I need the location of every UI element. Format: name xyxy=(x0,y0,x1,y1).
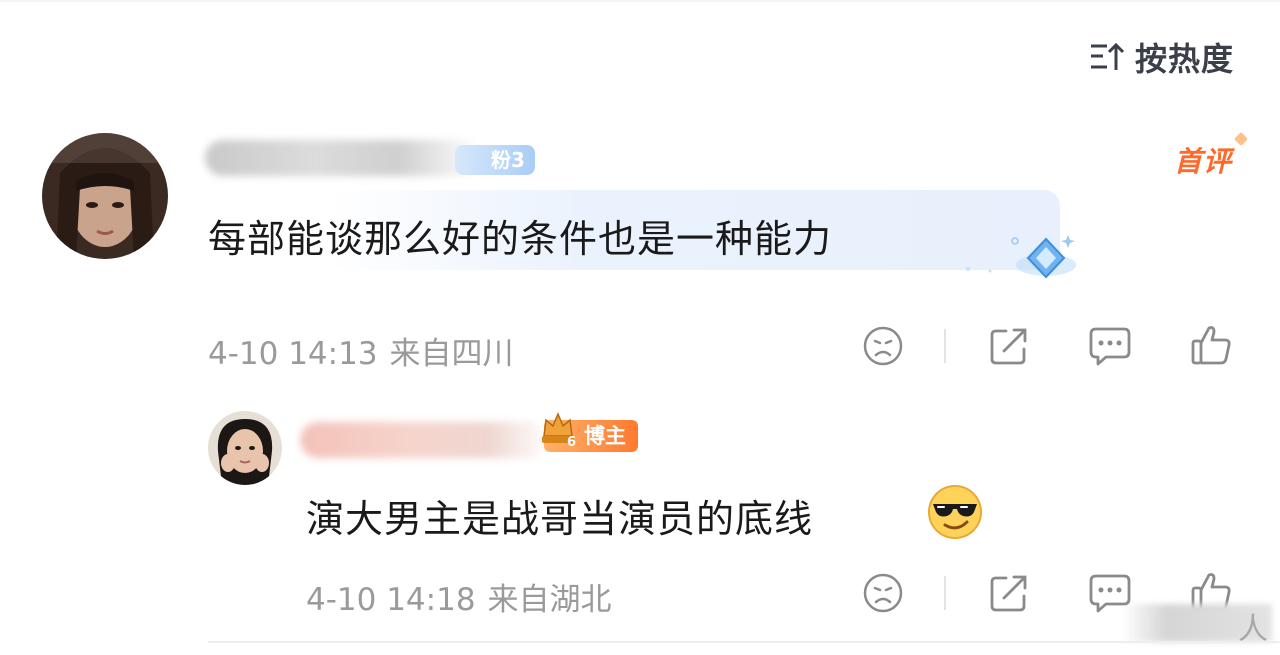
reply-dislike-button[interactable] xyxy=(862,572,904,614)
action-separator xyxy=(944,329,946,363)
comment-location: 来自四川 xyxy=(389,336,514,372)
cool-emoji-icon xyxy=(928,485,982,539)
reply-avatar[interactable] xyxy=(208,411,282,485)
top-divider xyxy=(0,0,1280,2)
reply-text-content: 演大男主是战哥当演员的底线 xyxy=(306,497,814,541)
dislike-button[interactable] xyxy=(862,325,904,367)
avatar-image xyxy=(42,133,168,259)
reply-avatar-image xyxy=(208,411,282,485)
like-button[interactable] xyxy=(1190,323,1232,367)
blogger-badge: 6 博主 xyxy=(542,412,638,452)
share-button[interactable] xyxy=(988,325,1030,367)
dislike-icon xyxy=(863,326,903,366)
reply-share-button[interactable] xyxy=(988,572,1030,614)
reply-divider xyxy=(208,641,1280,643)
action-separator xyxy=(944,576,946,610)
first-comment-badge: 首评 xyxy=(1174,140,1232,180)
dislike-icon xyxy=(863,573,903,613)
fan-level-badge: 粉3 xyxy=(455,145,535,175)
comment-time: 4-10 14:13 xyxy=(208,336,378,372)
reply-username-blurred[interactable] xyxy=(300,422,550,458)
sort-label: 按热度 xyxy=(1134,40,1234,78)
reply-time: 4-10 14:18 xyxy=(306,582,476,618)
blogger-badge-label: 博主 xyxy=(584,424,626,448)
comment-icon xyxy=(1089,327,1131,366)
comment-meta: 4-10 14:13 来自四川 xyxy=(208,328,514,373)
like-icon xyxy=(1191,326,1231,365)
sort-toggle[interactable]: 按热度 xyxy=(1089,34,1234,80)
share-icon xyxy=(990,575,1027,612)
diamond-decoration-icon xyxy=(966,235,1076,279)
svg-text:6: 6 xyxy=(567,435,576,450)
reply-text: 演大男主是战哥当演员的底线 xyxy=(306,488,813,543)
sort-icon xyxy=(1090,42,1125,70)
reply-location: 来自湖北 xyxy=(487,582,612,618)
reply-meta: 4-10 14:18 来自湖北 xyxy=(306,574,612,619)
avatar[interactable] xyxy=(42,133,168,259)
crown-icon: 6 xyxy=(542,412,576,450)
comment-text: 每部能谈那么好的条件也是一种能力 xyxy=(208,217,833,261)
share-icon xyxy=(990,328,1027,365)
username-blurred[interactable] xyxy=(205,140,480,176)
reply-button[interactable] xyxy=(1088,325,1132,367)
